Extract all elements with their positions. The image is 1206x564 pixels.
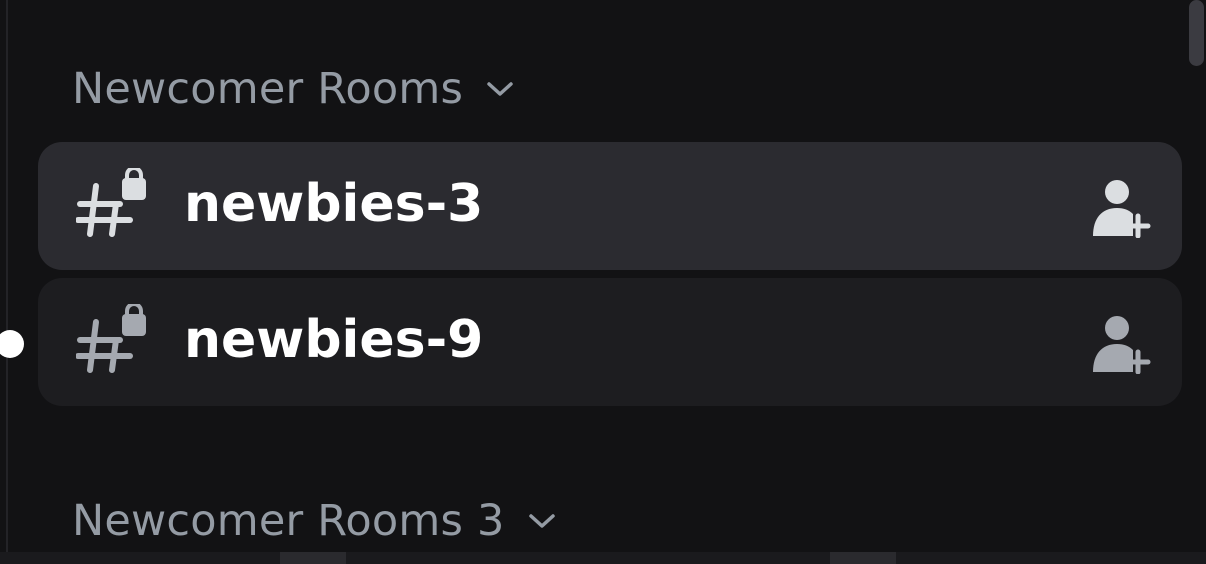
unread-indicator [0,330,24,358]
category-header-newcomer-rooms[interactable]: Newcomer Rooms [72,64,515,114]
private-text-channel-icon [76,168,146,237]
channel-name: newbies-9 [184,310,484,370]
private-text-channel-icon [76,304,146,373]
scrollbar-thumb[interactable] [1189,0,1204,66]
chevron-down-icon [487,82,513,96]
channel-item-newbies-9[interactable]: newbies-9 [38,278,1182,406]
chevron-down-icon [528,514,555,528]
category-header-newcomer-rooms-3[interactable]: Newcomer Rooms 3 [72,496,557,546]
sidebar-divider [6,0,8,552]
add-member-icon[interactable] [1090,314,1152,374]
category-label: Newcomer Rooms 3 [72,496,505,546]
add-member-icon[interactable] [1090,178,1152,238]
bottom-segment [280,552,346,564]
channel-sidebar: Newcomer Rooms newbies-3 newbies-9 Newco… [0,0,1206,564]
bottom-panel-edge [0,552,1206,564]
channel-name: newbies-3 [184,174,484,234]
bottom-segment [830,552,896,564]
channel-item-newbies-3[interactable]: newbies-3 [38,142,1182,270]
category-label: Newcomer Rooms [72,64,464,114]
